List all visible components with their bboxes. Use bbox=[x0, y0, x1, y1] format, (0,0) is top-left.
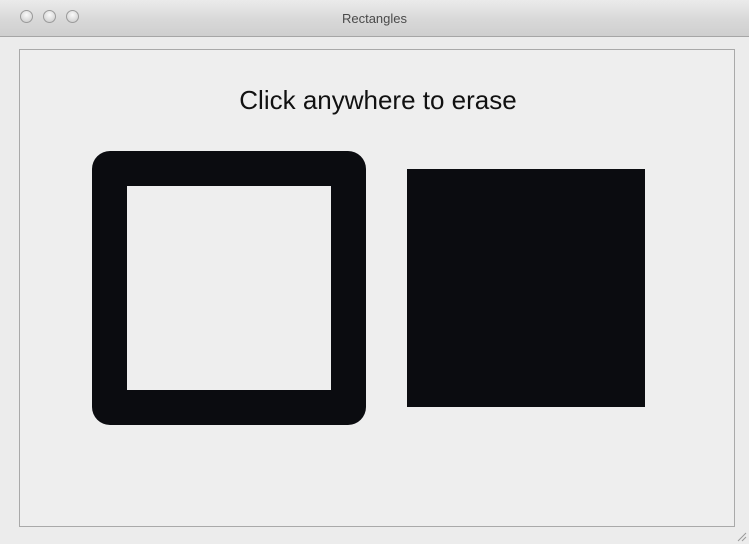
window-content: Click anywhere to erase bbox=[0, 37, 749, 544]
filled-rectangle bbox=[407, 169, 645, 407]
instruction-text: Click anywhere to erase bbox=[239, 85, 517, 115]
window-title: Rectangles bbox=[341, 11, 408, 26]
app-window: Rectangles Click anywhere to erase bbox=[0, 0, 749, 544]
outlined-rounded-rectangle bbox=[92, 151, 366, 425]
title-bar[interactable]: Rectangles bbox=[0, 0, 749, 37]
resize-grip-icon[interactable] bbox=[735, 530, 747, 542]
drawing-canvas[interactable]: Click anywhere to erase bbox=[19, 49, 735, 527]
